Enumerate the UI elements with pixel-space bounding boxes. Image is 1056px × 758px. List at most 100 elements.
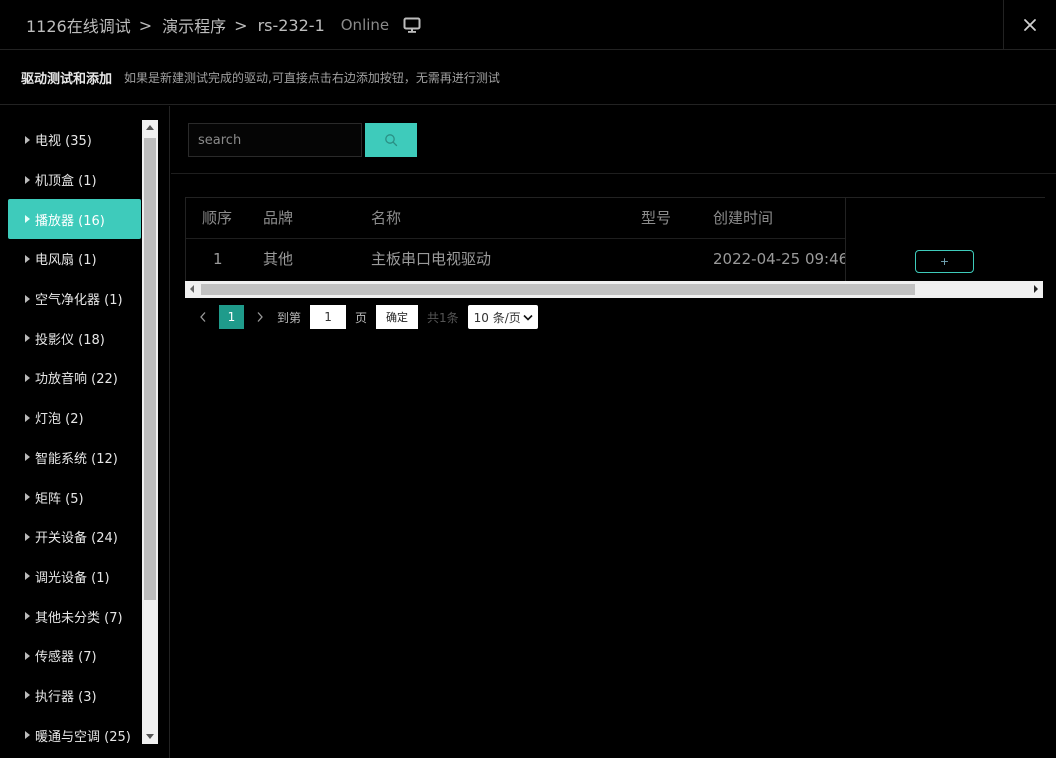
section-hint: 如果是新建测试完成的驱动,可直接点击右边添加按钮，无需再进行测试 bbox=[124, 71, 500, 85]
sidebar-item-category[interactable]: 智能系统 (12) bbox=[8, 438, 141, 478]
column-header-model: 型号 bbox=[641, 209, 672, 227]
sidebar-item-category[interactable]: 功放音响 (22) bbox=[8, 358, 141, 398]
chevron-left-icon bbox=[200, 312, 206, 322]
sidebar-item-category[interactable]: 播放器 (16) bbox=[8, 199, 141, 240]
page-number-button[interactable]: 1 bbox=[219, 305, 244, 329]
search-button[interactable] bbox=[365, 123, 417, 157]
caret-right-icon bbox=[25, 493, 30, 502]
sidebar-item-label: 电视 (35) bbox=[35, 134, 92, 150]
table-horizontal-scrollbar[interactable] bbox=[185, 281, 1043, 298]
category-sidebar: 电视 (35) 机顶盒 (1) 播放器 (16) 电风扇 (1) 空气净化器 (1) 投影… bbox=[0, 106, 170, 758]
plus-icon: + bbox=[939, 255, 950, 268]
header-bar: 1126在线调试 > 演示程序 > rs-232-1 Online bbox=[0, 0, 1056, 50]
sidebar-item-label: 电风扇 (1) bbox=[35, 253, 97, 269]
caret-right-icon bbox=[25, 731, 30, 740]
sidebar-item-category[interactable]: 投影仪 (18) bbox=[8, 318, 141, 358]
goto-label: 到第 bbox=[277, 310, 302, 325]
scrollbar-thumb[interactable] bbox=[201, 284, 915, 295]
sidebar-item-label: 投影仪 (18) bbox=[35, 332, 105, 348]
scroll-down-icon[interactable] bbox=[146, 734, 154, 739]
sidebar-item-category[interactable]: 机顶盒 (1) bbox=[8, 160, 141, 200]
monitor-icon[interactable] bbox=[403, 17, 421, 33]
category-list: 电视 (35) 机顶盒 (1) 播放器 (16) 电风扇 (1) 空气净化器 (1) 投影… bbox=[8, 120, 141, 755]
breadcrumb-item-device[interactable]: 1126在线调试 bbox=[26, 13, 131, 37]
scroll-up-icon[interactable] bbox=[146, 125, 154, 130]
sidebar-item-category[interactable]: 其他未分类 (7) bbox=[8, 596, 141, 636]
caret-right-icon bbox=[25, 373, 30, 382]
sidebar-item-category[interactable]: 执行器 (3) bbox=[8, 676, 141, 716]
caret-right-icon bbox=[25, 413, 30, 422]
caret-right-icon bbox=[25, 691, 30, 700]
pagination: 1 到第 页 确定 共1条 10 条/页 bbox=[195, 305, 538, 329]
caret-right-icon bbox=[25, 135, 30, 144]
sidebar-item-category[interactable]: 电视 (35) bbox=[8, 120, 141, 160]
column-header-created: 创建时间 bbox=[713, 209, 774, 227]
search-input[interactable] bbox=[188, 123, 362, 157]
scroll-right-icon[interactable] bbox=[1034, 285, 1038, 293]
chevron-right-icon: > bbox=[138, 15, 153, 35]
caret-right-icon bbox=[25, 334, 30, 343]
sidebar-item-label: 空气净化器 (1) bbox=[35, 293, 123, 309]
chevron-right-icon bbox=[257, 312, 263, 322]
sidebar-item-category[interactable]: 开关设备 (24) bbox=[8, 517, 141, 557]
page-size-value: 10 条/页 bbox=[473, 310, 521, 325]
next-page-button[interactable] bbox=[252, 311, 268, 323]
info-bar: 驱动测试和添加 如果是新建测试完成的驱动,可直接点击右边添加按钮，无需再进行测试 bbox=[0, 51, 1056, 105]
sidebar-item-label: 开关设备 (24) bbox=[35, 531, 118, 547]
cell-created: 2022-04-25 09:46 bbox=[713, 250, 849, 268]
total-count: 共1条 bbox=[427, 310, 459, 325]
search-icon bbox=[385, 134, 398, 147]
add-driver-button[interactable]: + bbox=[915, 250, 974, 273]
online-status: Online bbox=[340, 16, 390, 34]
caret-right-icon bbox=[25, 294, 30, 303]
column-header-brand: 品牌 bbox=[263, 209, 294, 227]
sidebar-item-label: 功放音响 (22) bbox=[35, 372, 118, 388]
page-unit-label: 页 bbox=[355, 310, 368, 325]
sidebar-item-category[interactable]: 矩阵 (5) bbox=[8, 477, 141, 517]
chevron-down-icon bbox=[523, 314, 533, 321]
confirm-goto-button[interactable]: 确定 bbox=[376, 305, 419, 329]
column-header-order: 顺序 bbox=[202, 209, 233, 227]
close-button[interactable] bbox=[1003, 0, 1056, 50]
sidebar-item-category[interactable]: 空气净化器 (1) bbox=[8, 279, 141, 319]
chevron-right-icon: > bbox=[234, 15, 248, 35]
close-icon bbox=[1024, 19, 1036, 31]
caret-right-icon bbox=[25, 254, 30, 263]
sidebar-item-category[interactable]: 灯泡 (2) bbox=[8, 398, 141, 438]
cell-order: 1 bbox=[213, 250, 223, 268]
cell-brand: 其他 bbox=[263, 250, 294, 268]
caret-right-icon bbox=[25, 215, 30, 224]
sidebar-item-label: 矩阵 (5) bbox=[35, 491, 84, 507]
caret-right-icon bbox=[25, 651, 30, 660]
sidebar-item-category[interactable]: 暖通与空调 (25) bbox=[8, 715, 141, 755]
caret-right-icon bbox=[25, 612, 30, 621]
goto-page-input[interactable] bbox=[310, 305, 347, 329]
sidebar-item-label: 灯泡 (2) bbox=[35, 412, 84, 428]
sidebar-item-label: 其他未分类 (7) bbox=[35, 610, 123, 626]
scrollbar-thumb[interactable] bbox=[144, 138, 156, 600]
sidebar-scrollbar[interactable] bbox=[142, 120, 158, 744]
scroll-left-icon[interactable] bbox=[190, 285, 194, 293]
breadcrumb: 1126在线调试 > 演示程序 > rs-232-1 Online bbox=[26, 13, 421, 37]
sidebar-item-label: 传感器 (7) bbox=[35, 650, 97, 666]
action-column: + bbox=[845, 198, 1045, 281]
caret-right-icon bbox=[25, 572, 30, 581]
sidebar-item-label: 播放器 (16) bbox=[35, 213, 105, 229]
cell-name: 主板串口电视驱动 bbox=[371, 250, 492, 268]
sidebar-item-label: 暖通与空调 (25) bbox=[35, 729, 131, 745]
breadcrumb-item-program[interactable]: 演示程序 bbox=[162, 13, 226, 37]
sidebar-item-category[interactable]: 电风扇 (1) bbox=[8, 239, 141, 279]
caret-right-icon bbox=[25, 453, 30, 462]
sidebar-item-label: 智能系统 (12) bbox=[35, 451, 118, 467]
column-header-name: 名称 bbox=[371, 209, 402, 227]
prev-page-button[interactable] bbox=[195, 311, 211, 323]
sidebar-item-label: 调光设备 (1) bbox=[35, 570, 110, 586]
caret-right-icon bbox=[25, 532, 30, 541]
sidebar-item-category[interactable]: 传感器 (7) bbox=[8, 636, 141, 676]
sidebar-item-category[interactable]: 调光设备 (1) bbox=[8, 557, 141, 597]
sidebar-item-label: 机顶盒 (1) bbox=[35, 174, 97, 190]
section-title: 驱动测试和添加 bbox=[21, 72, 113, 87]
page-size-select[interactable]: 10 条/页 bbox=[467, 305, 538, 329]
sidebar-item-label: 执行器 (3) bbox=[35, 689, 97, 705]
breadcrumb-item-port: rs-232-1 bbox=[257, 15, 325, 35]
